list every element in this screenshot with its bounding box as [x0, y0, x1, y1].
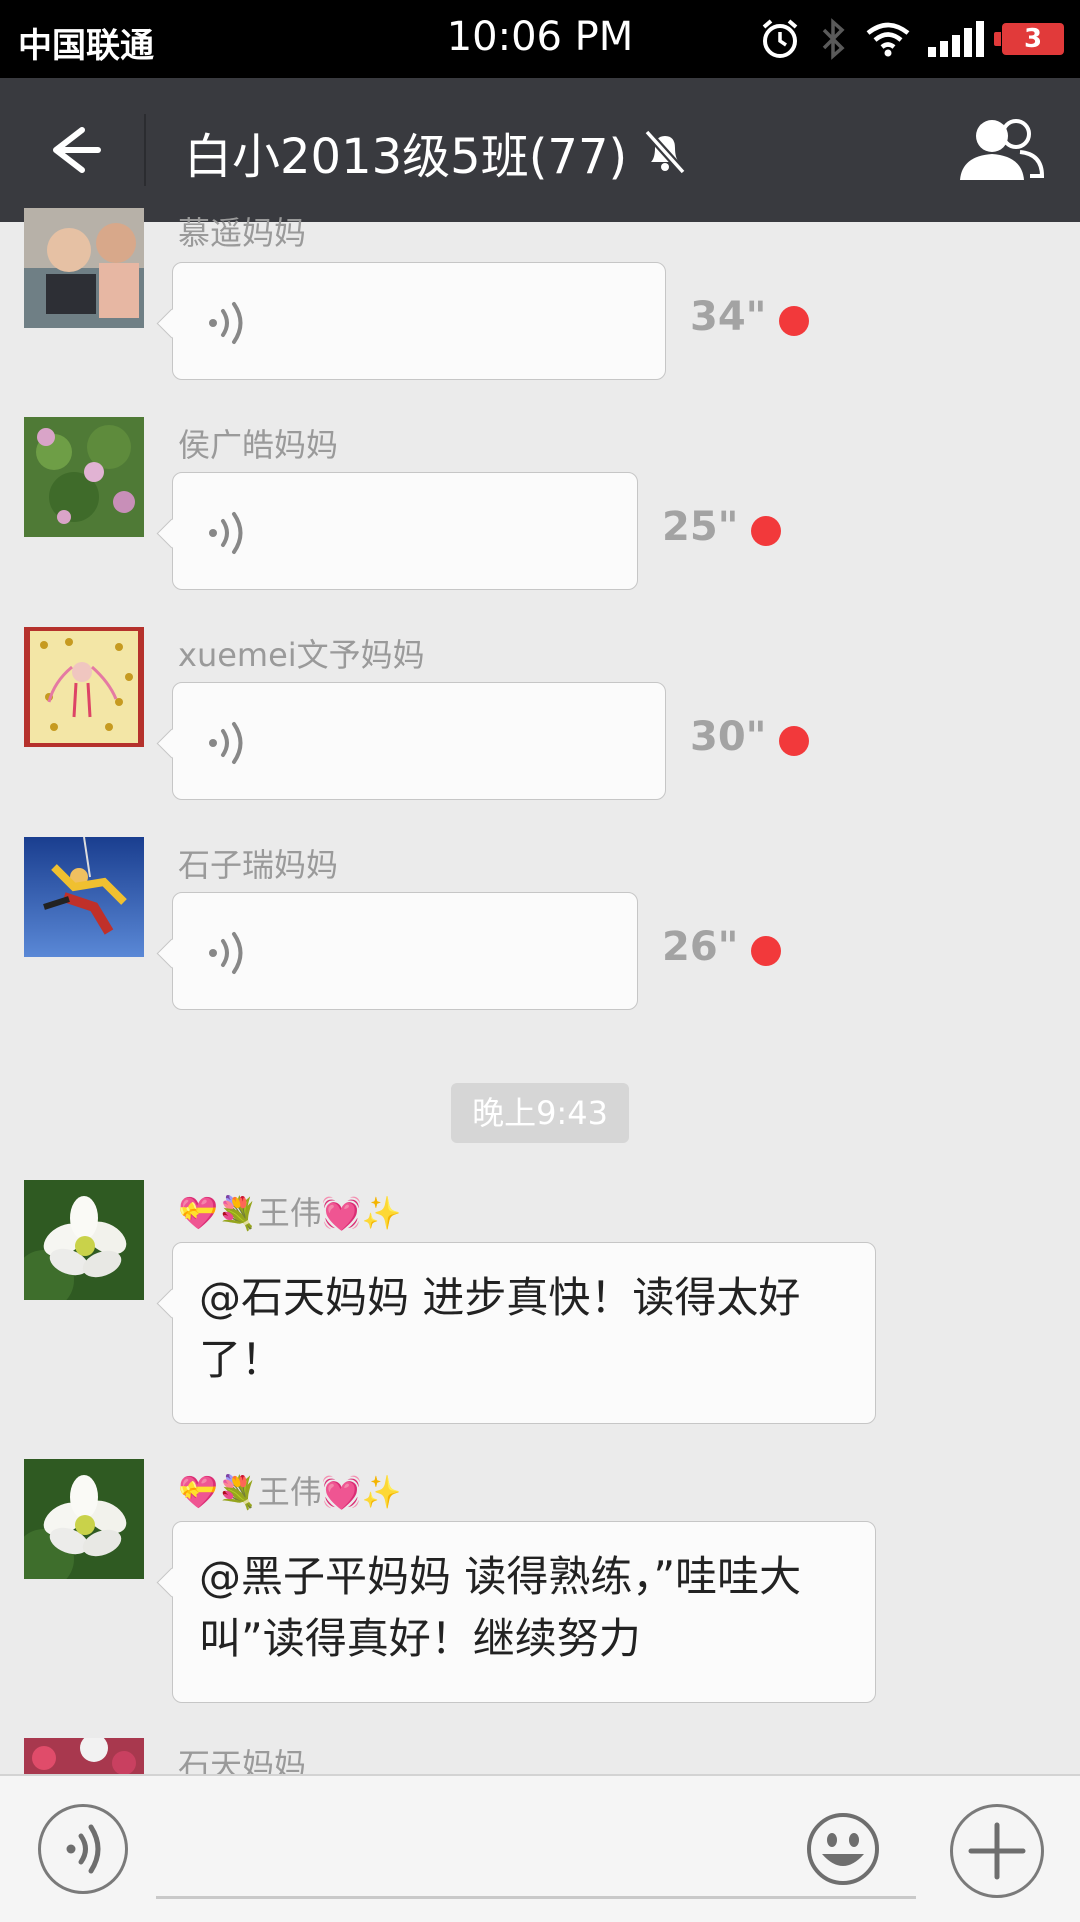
- voice-icon: [209, 722, 243, 764]
- time-divider: 晚上9:43: [451, 1083, 629, 1143]
- voice-icon: [209, 932, 243, 974]
- battery-icon: 3: [994, 23, 1064, 55]
- sender-name: 石子瑞妈妈: [178, 846, 339, 884]
- voice-duration: 26": [662, 924, 739, 970]
- unread-dot: [779, 726, 809, 756]
- message-text: @石天妈妈 进步真快！读得太好了！: [199, 1273, 801, 1384]
- voice-icon: [209, 302, 243, 344]
- text-bubble[interactable]: @石天妈妈 进步真快！读得太好了！: [172, 1242, 876, 1424]
- header-divider: [144, 114, 146, 186]
- avatar[interactable]: [24, 1738, 144, 1774]
- sender-name: 慕遥妈妈: [178, 214, 307, 252]
- avatar-photo: [24, 1459, 144, 1579]
- emoji-icon[interactable]: [806, 1812, 880, 1886]
- avatar[interactable]: [24, 627, 144, 747]
- chat-title-group[interactable]: 白小2013级5班(77): [184, 116, 689, 188]
- status-icons: 3: [760, 16, 1064, 62]
- voice-duration: 25": [662, 504, 739, 550]
- voice-bubble[interactable]: [172, 892, 638, 1010]
- alarm-icon: [762, 19, 798, 58]
- avatar-photo: [24, 417, 144, 537]
- back-arrow-icon[interactable]: [34, 114, 114, 186]
- voice-bubble[interactable]: [172, 262, 666, 380]
- voice-duration: 30": [690, 714, 767, 760]
- voice-bubble[interactable]: [172, 682, 666, 800]
- signal-icon: [928, 21, 984, 57]
- avatar-photo: [24, 627, 144, 747]
- voice-toggle-button[interactable]: [38, 1804, 128, 1894]
- sender-name: 侯广皓妈妈: [178, 426, 339, 464]
- voice-icon: [209, 512, 243, 554]
- chat-title: 白小2013级5班(77): [184, 129, 628, 185]
- status-bar: 中国联通 10:06 PM 3: [0, 0, 1080, 78]
- avatar[interactable]: [24, 208, 144, 328]
- avatar[interactable]: [24, 837, 144, 957]
- avatar-photo: [24, 1738, 144, 1774]
- plus-icon: [968, 1822, 1026, 1880]
- avatar[interactable]: [24, 1459, 144, 1579]
- unread-dot: [751, 936, 781, 966]
- avatar-photo: [24, 1180, 144, 1300]
- avatar-photo: [24, 208, 144, 328]
- sender-name: xuemei文予妈妈: [178, 636, 425, 674]
- group-icon[interactable]: [958, 116, 1044, 184]
- wifi-icon: [866, 22, 910, 57]
- message-text: @黑子平妈妈 读得熟练，”哇哇大叫”读得真好！继续努力: [199, 1552, 802, 1663]
- avatar[interactable]: [24, 1180, 144, 1300]
- unread-dot: [751, 516, 781, 546]
- text-bubble[interactable]: @黑子平妈妈 读得熟练，”哇哇大叫”读得真好！继续努力: [172, 1521, 876, 1703]
- input-bar: [0, 1774, 1080, 1922]
- voice-duration: 34": [690, 294, 767, 340]
- bluetooth-icon: [822, 18, 845, 60]
- unread-dot: [779, 306, 809, 336]
- avatar-photo: [24, 837, 144, 957]
- sender-name: 💝💐王伟💓✨: [178, 1194, 402, 1232]
- message-input[interactable]: [156, 1806, 916, 1899]
- chat-header: 白小2013级5班(77): [0, 78, 1080, 222]
- voice-toggle-icon: [66, 1824, 101, 1874]
- avatar[interactable]: [24, 417, 144, 537]
- plus-button[interactable]: [950, 1804, 1044, 1898]
- bell-muted-icon: [644, 129, 687, 175]
- voice-bubble[interactable]: [172, 472, 638, 590]
- sender-name: 💝💐王伟💓✨: [178, 1473, 402, 1511]
